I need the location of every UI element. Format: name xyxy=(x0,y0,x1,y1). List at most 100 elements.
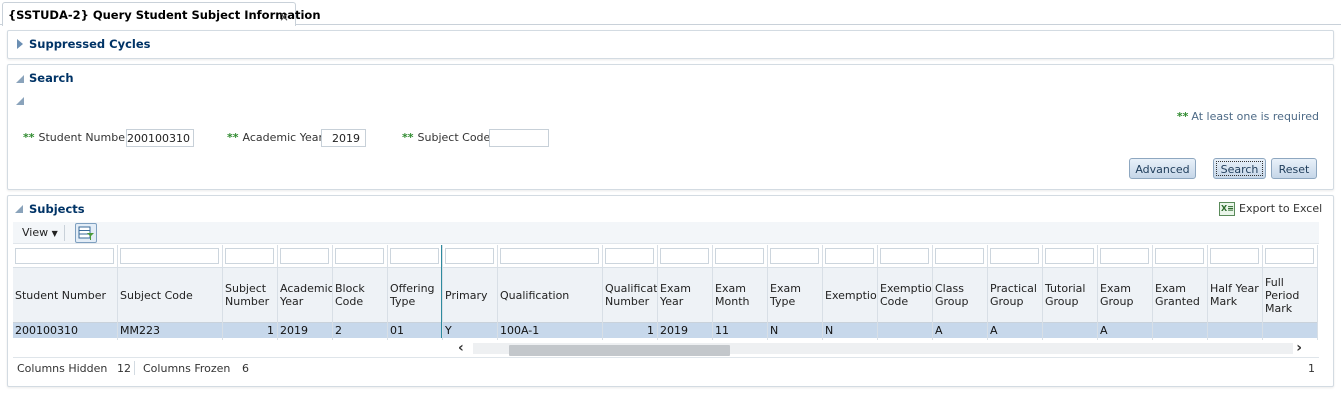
academic-year-input[interactable]: 2019 xyxy=(321,129,366,147)
column-header[interactable]: Subject Code xyxy=(118,267,222,323)
column-header[interactable]: Subject Number xyxy=(223,267,277,323)
column-filter-input[interactable] xyxy=(280,248,329,264)
table-cell[interactable]: 1 xyxy=(223,323,277,338)
table-cell[interactable]: MM223 xyxy=(118,323,222,338)
table-column: Practical Group A xyxy=(988,245,1043,340)
table-cell[interactable]: A xyxy=(988,323,1042,338)
table-cell[interactable] xyxy=(878,323,932,338)
column-filter-input[interactable] xyxy=(935,248,984,264)
column-header[interactable]: Qualification xyxy=(498,267,602,323)
column-filter-input[interactable] xyxy=(445,248,494,264)
column-filter-input[interactable] xyxy=(15,248,114,264)
column-header[interactable]: Exam Group xyxy=(1098,267,1152,323)
column-filter-input[interactable] xyxy=(335,248,384,264)
column-filter-input[interactable] xyxy=(880,248,929,264)
collapse-criteria-icon[interactable] xyxy=(16,97,24,105)
column-filter-input[interactable] xyxy=(660,248,709,264)
search-button[interactable]: Search xyxy=(1213,158,1266,179)
table-cell[interactable]: 2019 xyxy=(658,323,712,338)
scroll-track[interactable] xyxy=(473,343,1293,356)
table-toolbar xyxy=(13,222,1319,244)
search-title[interactable]: Search xyxy=(29,71,74,85)
freeze-columns-button[interactable] xyxy=(75,223,97,243)
column-header[interactable]: Half Year Mark xyxy=(1208,267,1262,323)
column-header[interactable]: Qualificatic Number xyxy=(603,267,657,323)
table-cell[interactable]: 01 xyxy=(388,323,442,338)
column-header[interactable]: Exemption Code xyxy=(878,267,932,323)
column-filter-input[interactable] xyxy=(1155,248,1204,264)
table-cell[interactable]: 100A-1 xyxy=(498,323,602,338)
suppressed-cycles-title[interactable]: Suppressed Cycles xyxy=(29,37,150,51)
reset-button[interactable]: Reset xyxy=(1271,158,1317,179)
table-column: Offering Type 01 xyxy=(388,245,443,340)
export-to-excel-link[interactable]: Export to Excel xyxy=(1239,202,1322,215)
column-filter-input[interactable] xyxy=(1265,248,1314,264)
column-header[interactable]: Offering Type xyxy=(388,267,442,323)
column-header[interactable]: Full Period Mark xyxy=(1263,267,1317,323)
column-header[interactable]: Exam Year xyxy=(658,267,712,323)
column-header[interactable]: Primary xyxy=(443,267,497,323)
required-marker: ** xyxy=(23,131,35,144)
subjects-title[interactable]: Subjects xyxy=(29,202,85,216)
column-header[interactable]: Class Group xyxy=(933,267,987,323)
advanced-button[interactable]: Advanced xyxy=(1129,158,1196,179)
table-cell[interactable]: 200100310 xyxy=(13,323,117,338)
collapse-icon[interactable] xyxy=(16,75,24,83)
table-column: Tutorial Group xyxy=(1043,245,1098,340)
table-cell[interactable] xyxy=(1153,323,1207,338)
tab-query-student-subject[interactable]: {SSTUDA-2} Query Student Subject Informa… xyxy=(2,2,321,26)
scroll-right-icon[interactable]: › xyxy=(1296,340,1302,356)
column-filter-input[interactable] xyxy=(990,248,1039,264)
table-cell[interactable]: 2019 xyxy=(278,323,332,338)
column-filter-input[interactable] xyxy=(1100,248,1149,264)
column-filter-input[interactable] xyxy=(605,248,654,264)
table-cell[interactable] xyxy=(1208,323,1262,338)
column-header[interactable]: Academic Year xyxy=(278,267,332,323)
table-column: Block Code 2 xyxy=(333,245,388,340)
table-cell[interactable]: A xyxy=(933,323,987,338)
column-header[interactable]: Tutorial Group xyxy=(1043,267,1097,323)
expand-icon[interactable] xyxy=(17,39,23,49)
table-cell[interactable]: N xyxy=(823,323,877,338)
column-header[interactable]: Exam Granted xyxy=(1153,267,1207,323)
column-filter-input[interactable] xyxy=(120,248,219,264)
column-filter-input[interactable] xyxy=(770,248,819,264)
column-filter-input[interactable] xyxy=(715,248,764,264)
column-header[interactable]: Exam Type xyxy=(768,267,822,323)
column-header[interactable]: Exam Month xyxy=(713,267,767,323)
table-cell[interactable]: N xyxy=(768,323,822,338)
subjects-table: Student Number 200100310 Subject Code MM223… xyxy=(13,245,1319,340)
scroll-thumb[interactable] xyxy=(509,345,730,356)
table-cell[interactable]: Y xyxy=(443,323,497,338)
column-header[interactable]: Block Code xyxy=(333,267,387,323)
close-icon[interactable]: × xyxy=(279,10,289,24)
column-filter-input[interactable] xyxy=(225,248,274,264)
table-cell[interactable]: 11 xyxy=(713,323,767,338)
column-filter-input[interactable] xyxy=(1045,248,1094,264)
table-cell[interactable] xyxy=(1043,323,1097,338)
student-number-input[interactable]: 200100310 xyxy=(126,129,194,147)
columns-hidden-label: Columns Hidden xyxy=(17,362,108,375)
column-header[interactable]: Student Number xyxy=(13,267,117,323)
scroll-left-icon[interactable]: ‹ xyxy=(458,340,464,356)
table-cell[interactable] xyxy=(1263,323,1317,338)
column-filter-input[interactable] xyxy=(390,248,439,264)
column-filter-input[interactable] xyxy=(1210,248,1259,264)
collapse-subjects-icon[interactable] xyxy=(15,205,23,213)
column-header[interactable]: Exemption xyxy=(823,267,877,323)
table-cell[interactable]: 2 xyxy=(333,323,387,338)
table-cell[interactable]: 1 xyxy=(603,323,657,338)
view-menu[interactable]: View ▼ xyxy=(22,226,58,239)
table-cell[interactable]: A xyxy=(1098,323,1152,338)
column-filter-input[interactable] xyxy=(825,248,874,264)
table-column: Exam Year 2019 xyxy=(658,245,713,340)
required-hint: ** At least one is required xyxy=(1177,110,1319,123)
academic-year-label-text: Academic Year xyxy=(242,131,323,144)
column-header[interactable]: Practical Group xyxy=(988,267,1042,323)
table-column: Subject Number 1 xyxy=(223,245,278,340)
student-number-label-text: Student Number xyxy=(38,131,130,144)
column-filter-input[interactable] xyxy=(500,248,599,264)
excel-icon[interactable]: X≡ xyxy=(1219,202,1235,216)
subject-code-input[interactable] xyxy=(489,129,549,147)
horizontal-scrollbar[interactable]: ‹ › xyxy=(441,340,1319,356)
